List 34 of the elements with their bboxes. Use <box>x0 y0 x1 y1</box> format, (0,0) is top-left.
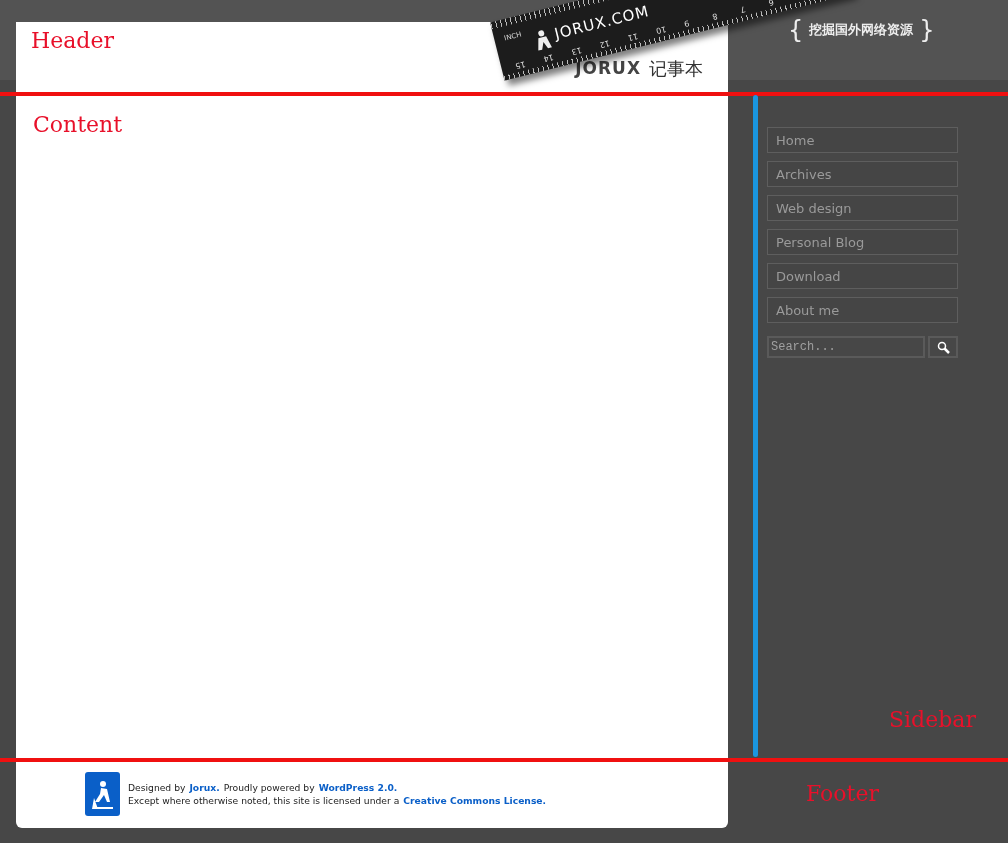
search-button[interactable] <box>928 336 958 358</box>
search-field[interactable]: Search... <box>767 336 925 358</box>
footer-link[interactable]: WordPress 2.0. <box>318 781 398 794</box>
slogan-text: 挖掘国外网络资源 <box>809 21 914 40</box>
ruler-number: 9 <box>683 18 691 28</box>
region-label: Footer <box>806 783 879 805</box>
footer-text: Except where otherwise noted, this site is licensed under a <box>128 794 400 807</box>
ruler-number: 10 <box>655 24 667 35</box>
menu-link[interactable]: About me <box>767 297 958 323</box>
ruler-number: 7 <box>739 4 747 14</box>
menu-link[interactable]: Personal Blog <box>767 229 958 255</box>
footer-text: Proudly powered by <box>223 781 315 794</box>
brace: } <box>919 15 935 46</box>
logo-name: 记事本 <box>649 57 703 81</box>
region-label: Header <box>31 30 114 52</box>
menu-link[interactable]: Archives <box>767 161 958 187</box>
footer-link[interactable]: Creative Commons License. <box>403 794 547 807</box>
logo-mark: JORUX <box>575 56 641 80</box>
ruler-number: 12 <box>598 38 611 49</box>
menu-link[interactable]: Home <box>767 127 958 153</box>
ruler-number: 15 <box>514 59 527 70</box>
ruler-number: 8 <box>711 11 719 21</box>
region-label: Sidebar <box>889 709 976 731</box>
region-label: Content <box>33 114 123 136</box>
ruler-number: 13 <box>570 45 583 56</box>
footer-link[interactable]: Jorux. <box>189 781 220 794</box>
brace: { <box>788 15 804 46</box>
menu-link[interactable]: Web design <box>767 195 958 221</box>
worker-icon <box>85 772 120 816</box>
search-icon <box>936 340 950 354</box>
ruler-number: 6 <box>767 0 775 7</box>
footer-text: Designed by <box>128 781 186 794</box>
menu-link[interactable]: Download <box>767 263 958 289</box>
ruler-number: 14 <box>542 52 555 63</box>
